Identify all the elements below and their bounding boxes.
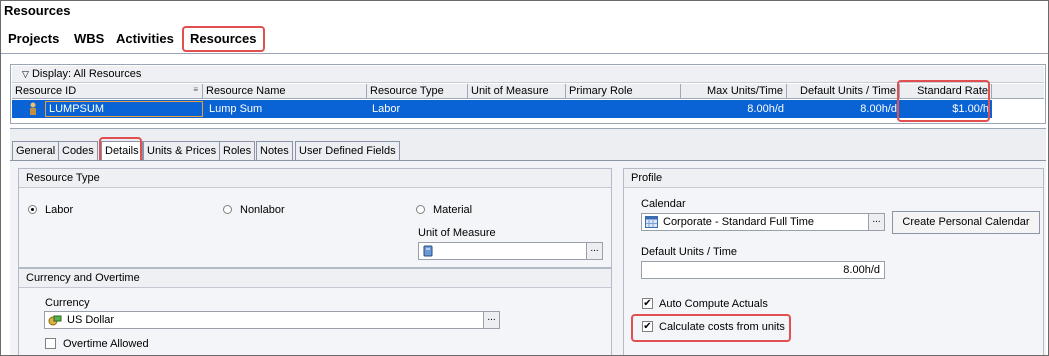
radio-material[interactable] [416, 205, 425, 214]
resource-type-header: Resource Type [19, 169, 611, 188]
calendar-browse-button[interactable]: ... [868, 214, 884, 230]
tab-activities[interactable]: Activities [116, 31, 174, 46]
primary-role-cell[interactable] [568, 100, 574, 118]
unit-of-measure-label: Unit of Measure [418, 227, 496, 239]
column-header-resource-name[interactable]: Resource Name [203, 84, 367, 99]
radio-nonlabor-label: Nonlabor [240, 204, 285, 216]
tab-roles[interactable]: Roles [219, 141, 256, 160]
radio-nonlabor[interactable] [223, 205, 232, 214]
unit-of-measure-browse-button[interactable]: ... [586, 243, 602, 259]
column-header-max-units[interactable]: Max Units/Time [681, 84, 787, 99]
default-units-field[interactable]: 8.00h/d [641, 261, 885, 279]
tab-resources[interactable]: Resources [182, 26, 265, 52]
grid-header: Resource ID ≡ Resource Name Resource Typ… [12, 84, 1044, 99]
chevron-down-icon[interactable]: ▽ [22, 69, 29, 79]
tab-codes[interactable]: Codes [58, 141, 98, 160]
currency-value: US Dollar [67, 314, 115, 326]
default-units-label: Default Units / Time [641, 246, 737, 258]
calculate-costs-highlight [631, 314, 791, 342]
unit-of-measure-field[interactable]: ... [418, 242, 603, 260]
resource-name-cell[interactable]: Lump Sum [206, 100, 265, 118]
create-personal-calendar-button[interactable]: Create Personal Calendar [892, 211, 1040, 234]
calendar-icon [645, 216, 658, 228]
display-filter-label: Display: All Resources [31, 68, 142, 80]
overtime-allowed-checkbox[interactable] [45, 338, 56, 349]
overtime-allowed-label: Overtime Allowed [63, 338, 149, 350]
currency-label: Currency [45, 297, 90, 309]
page-title: Resources [4, 3, 71, 18]
tab-general[interactable]: General [12, 141, 60, 160]
radio-labor-label: Labor [45, 204, 74, 216]
auto-compute-actuals-checkbox[interactable]: ✔ [642, 298, 653, 309]
column-header-resource-id[interactable]: Resource ID ≡ [12, 84, 203, 99]
auto-compute-actuals-label: Auto Compute Actuals [659, 298, 768, 310]
currency-header: Currency and Overtime [19, 269, 611, 288]
calendar-value: Corporate - Standard Full Time [663, 216, 815, 228]
money-icon [48, 314, 62, 326]
tab-divider [0, 53, 1049, 54]
tab-user-defined-fields[interactable]: User Defined Fields [295, 141, 400, 160]
standard-rate-highlight [897, 80, 990, 122]
resource-person-icon [28, 102, 38, 116]
calendar-field[interactable]: Corporate - Standard Full Time ... [641, 213, 885, 231]
tab-notes[interactable]: Notes [256, 141, 293, 160]
measure-icon [423, 245, 433, 257]
tab-wbs[interactable]: WBS [74, 31, 104, 46]
unit-of-measure-cell[interactable] [470, 100, 476, 118]
default-units-cell[interactable]: 8.00h/d [787, 100, 900, 118]
column-header-unit-of-measure[interactable]: Unit of Measure [468, 84, 566, 99]
profile-header: Profile [624, 169, 1043, 188]
resource-type-cell[interactable]: Labor [369, 100, 403, 118]
calendar-label: Calendar [641, 198, 686, 210]
tab-units-prices[interactable]: Units & Prices [143, 141, 221, 160]
column-header-resource-type[interactable]: Resource Type [367, 84, 468, 99]
max-units-cell[interactable]: 8.00h/d [681, 100, 787, 118]
display-filter-bar[interactable]: ▽ Display: All Resources [12, 66, 1044, 83]
sort-icon[interactable]: ≡ [193, 85, 198, 94]
radio-material-label: Material [433, 204, 473, 216]
resource-id-cell[interactable]: LUMPSUM [45, 101, 203, 117]
column-header-default-units[interactable]: Default Units / Time [787, 84, 900, 99]
radio-labor[interactable] [28, 205, 37, 214]
currency-browse-button[interactable]: ... [483, 312, 499, 328]
column-header-primary-role[interactable]: Primary Role [566, 84, 681, 99]
table-row[interactable]: LUMPSUM Lump Sum Labor 8.00h/d 8.00h/d $… [12, 100, 992, 118]
tab-projects[interactable]: Projects [8, 31, 59, 46]
currency-field[interactable]: US Dollar ... [44, 311, 500, 329]
